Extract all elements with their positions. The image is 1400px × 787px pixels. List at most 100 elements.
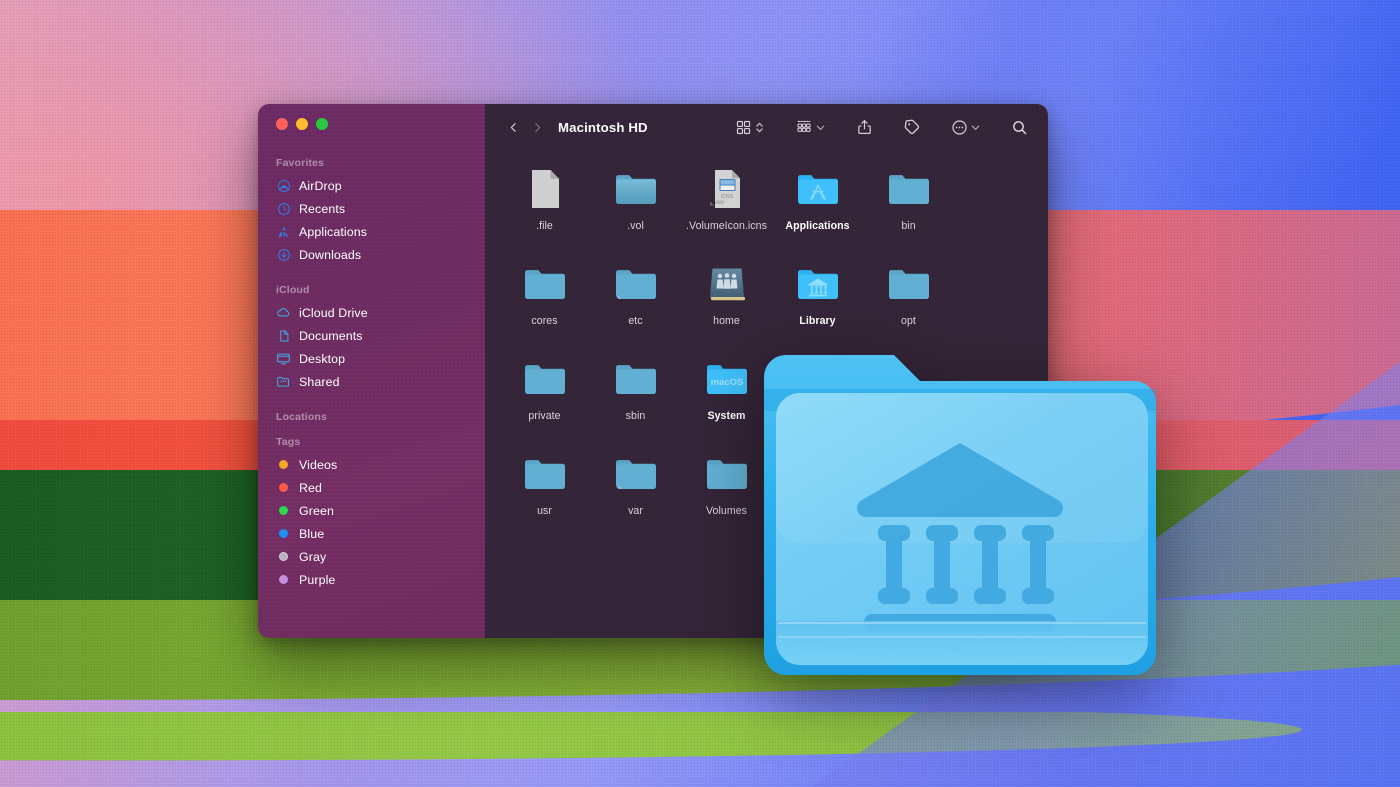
sidebar-section-icloud: iCloud Drive Documents Desktop Shared [258, 301, 485, 393]
folder-icon [612, 355, 660, 403]
group-by-grid-icon[interactable] [795, 118, 813, 136]
file-item[interactable]: sbin [590, 350, 681, 445]
sidebar-item-desktop[interactable]: Desktop [258, 347, 485, 370]
view-mode-control[interactable] [735, 119, 765, 136]
file-item[interactable]: bin [863, 160, 954, 255]
folder-icon [703, 450, 751, 498]
sidebar-item-tag-blue[interactable]: Blue [258, 522, 485, 545]
tag-dot-icon [276, 503, 291, 518]
sidebar-item-label: Downloads [299, 247, 362, 262]
file-label: private [528, 410, 561, 422]
sidebar-item-tag-videos[interactable]: Videos [258, 453, 485, 476]
sidebar-section-favorites: AirDrop Recents Applications Downloads [258, 174, 485, 266]
sidebar-section-tags: Videos Red Green Blue Gray Purple [258, 453, 485, 591]
clock-icon [276, 201, 291, 216]
folder-icon [521, 260, 569, 308]
sidebar-item-label: Applications [299, 224, 368, 239]
file-item[interactable]: .file [499, 160, 590, 255]
sidebar-section-favorites-header: Favorites [276, 157, 325, 169]
search-icon[interactable] [1011, 119, 1028, 136]
file-item[interactable]: Library [772, 255, 863, 350]
file-label: usr [537, 505, 552, 517]
file-label: System [707, 410, 746, 422]
applications-folder-icon [794, 165, 842, 213]
file-label: home [713, 315, 740, 327]
file-item[interactable]: opt [863, 255, 954, 350]
cloud-icon [276, 305, 291, 320]
sidebar-item-icloud-drive[interactable]: iCloud Drive [258, 301, 485, 324]
file-label: Applications [785, 220, 850, 232]
file-item[interactable]: cores [499, 255, 590, 350]
file-item[interactable]: .vol [590, 160, 681, 255]
sidebar-item-label: Documents [299, 328, 363, 343]
folder-icon [885, 260, 933, 308]
folder-icon [521, 450, 569, 498]
file-label: etc [628, 315, 643, 327]
system-folder-icon: macOS [703, 355, 751, 403]
airdrop-icon [276, 178, 291, 193]
file-label: Library [799, 315, 836, 327]
sidebar-item-label: AirDrop [299, 178, 342, 193]
group-by-control[interactable] [795, 118, 826, 136]
back-button[interactable] [501, 114, 525, 140]
sidebar-item-documents[interactable]: Documents [258, 324, 485, 347]
sidebar-item-shared[interactable]: Shared [258, 370, 485, 393]
sidebar-item-tag-purple[interactable]: Purple [258, 568, 485, 591]
sidebar-item-applications[interactable]: Applications [258, 220, 485, 243]
system-folder-badge-label: macOS [710, 377, 743, 388]
tag-dot-icon [276, 549, 291, 564]
file-item[interactable]: var [590, 445, 681, 540]
sidebar-item-tag-red[interactable]: Red [258, 476, 485, 499]
file-item[interactable]: usr [499, 445, 590, 540]
tag-dot-icon [276, 480, 291, 495]
chevron-down-icon[interactable] [815, 122, 826, 133]
file-item[interactable]: etc [590, 255, 681, 350]
folder-icon [612, 165, 660, 213]
more-actions-control[interactable] [951, 119, 981, 136]
file-item[interactable]: home [681, 255, 772, 350]
shared-folder-icon [276, 374, 291, 389]
document-file-icon [521, 165, 569, 213]
folder-icon [521, 355, 569, 403]
file-label: .file [536, 220, 553, 232]
file-label: opt [901, 315, 916, 327]
page-title: Macintosh HD [558, 119, 648, 135]
forward-button[interactable] [525, 114, 549, 140]
library-folder-icon [758, 337, 1162, 675]
minimize-window-button[interactable] [296, 118, 308, 130]
file-label: bin [901, 220, 916, 232]
file-item[interactable]: private [499, 350, 590, 445]
sidebar-item-tag-gray[interactable]: Gray [258, 545, 485, 568]
tag-icon[interactable] [903, 118, 921, 136]
sidebar-item-tag-green[interactable]: Green [258, 499, 485, 522]
file-label: var [628, 505, 643, 517]
sidebar-item-downloads[interactable]: Downloads [258, 243, 485, 266]
svg-text:ICNS: ICNS [721, 194, 734, 200]
file-label: sbin [625, 410, 646, 422]
desktop: Favorites AirDrop Recents Applications D… [0, 0, 1400, 787]
window-traffic-lights [258, 104, 485, 130]
library-folder-icon [794, 260, 842, 308]
sidebar-section-tags-header: Tags [276, 436, 301, 448]
sidebar-section-icloud-header: iCloud [276, 284, 310, 296]
icon-view-grid-icon[interactable] [735, 119, 752, 136]
maximize-window-button[interactable] [316, 118, 328, 130]
sidebar-item-label: Recents [299, 201, 346, 216]
sidebar-item-recents[interactable]: Recents [258, 197, 485, 220]
chevron-down-icon[interactable] [970, 122, 981, 133]
applications-icon [276, 224, 291, 239]
file-item[interactable]: Applications [772, 160, 863, 255]
more-ellipsis-circle-icon[interactable] [951, 119, 968, 136]
sidebar-item-airdrop[interactable]: AirDrop [258, 174, 485, 197]
icns-file-icon: ICNS [703, 165, 751, 213]
sidebar-item-label: Videos [299, 457, 338, 472]
share-icon[interactable] [856, 118, 873, 136]
chevron-up-down-icon[interactable] [754, 119, 765, 136]
downloads-icon [276, 247, 291, 262]
file-item[interactable]: ICNS .VolumeIcon.icns [681, 160, 772, 255]
folder-alias-icon [612, 450, 660, 498]
file-label: cores [531, 315, 558, 327]
close-window-button[interactable] [276, 118, 288, 130]
